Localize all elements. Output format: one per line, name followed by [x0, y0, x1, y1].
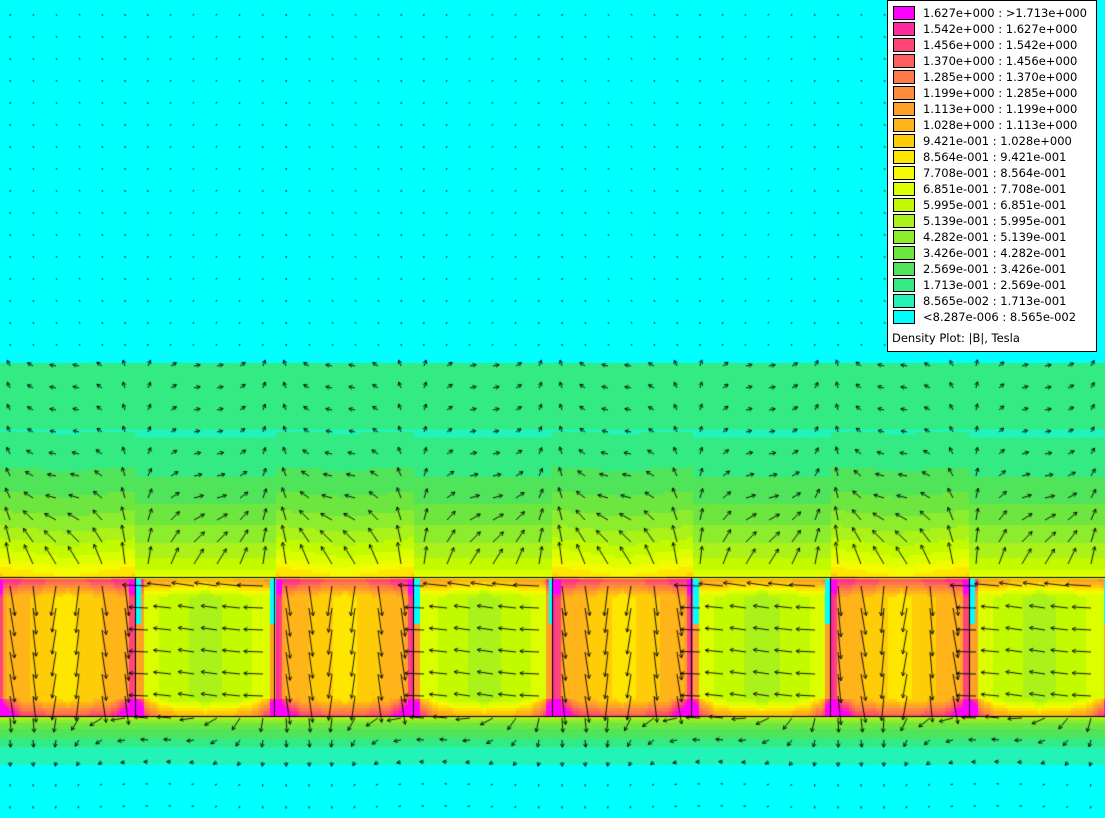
legend-entry: 1.456e+000 : 1.542e+000 — [893, 37, 1098, 53]
legend-entry: 1.285e+000 : 1.370e+000 — [893, 69, 1098, 85]
legend-label: 5.995e-001 : 6.851e-001 — [923, 198, 1067, 212]
legend-swatch — [893, 198, 915, 212]
legend-label: 3.426e-001 : 4.282e-001 — [923, 246, 1067, 260]
legend-label: 1.028e+000 : 1.113e+000 — [923, 118, 1078, 132]
legend-entry: 8.565e-002 : 1.713e-001 — [893, 293, 1098, 309]
legend-label: 4.282e-001 : 5.139e-001 — [923, 230, 1067, 244]
legend-entry: <8.287e-006 : 8.565e-002 — [893, 309, 1098, 325]
legend-entry: 1.370e+000 : 1.456e+000 — [893, 53, 1098, 69]
legend-swatch — [893, 230, 915, 244]
legend-label: 1.285e+000 : 1.370e+000 — [923, 70, 1078, 84]
legend-label: 5.139e-001 : 5.995e-001 — [923, 214, 1067, 228]
legend-entry: 5.995e-001 : 6.851e-001 — [893, 197, 1098, 213]
legend-entry: 9.421e-001 : 1.028e+000 — [893, 133, 1098, 149]
legend-swatch — [893, 86, 915, 100]
legend-entry: 2.569e-001 : 3.426e-001 — [893, 261, 1098, 277]
legend-entry: 1.199e+000 : 1.285e+000 — [893, 85, 1098, 101]
legend-swatch — [893, 22, 915, 36]
legend-entry: 3.426e-001 : 4.282e-001 — [893, 245, 1098, 261]
legend-swatch — [893, 246, 915, 260]
legend-swatch — [893, 278, 915, 292]
legend-label: 2.569e-001 : 3.426e-001 — [923, 262, 1067, 276]
legend-entry: 7.708e-001 : 8.564e-001 — [893, 165, 1098, 181]
legend-swatch — [893, 70, 915, 84]
legend-swatch — [893, 54, 915, 68]
legend-entry: 1.627e+000 : >1.713e+000 — [893, 5, 1098, 21]
legend-entry: 1.713e-001 : 2.569e-001 — [893, 277, 1098, 293]
legend-label: <8.287e-006 : 8.565e-002 — [923, 310, 1077, 324]
legend-swatch — [893, 134, 915, 148]
legend-label: 1.713e-001 : 2.569e-001 — [923, 278, 1067, 292]
legend-swatch — [893, 294, 915, 308]
legend-label: 7.708e-001 : 8.564e-001 — [923, 166, 1067, 180]
legend-label: 9.421e-001 : 1.028e+000 — [923, 134, 1072, 148]
density-legend: 1.627e+000 : >1.713e+000 1.542e+000 : 1.6… — [887, 0, 1097, 352]
legend-label: 1.456e+000 : 1.542e+000 — [923, 38, 1078, 52]
legend-swatch — [893, 310, 915, 324]
legend-entry: 1.542e+000 : 1.627e+000 — [893, 21, 1098, 37]
legend-entry: 1.028e+000 : 1.113e+000 — [893, 117, 1098, 133]
legend-entry: 8.564e-001 : 9.421e-001 — [893, 149, 1098, 165]
legend-swatch — [893, 102, 915, 116]
legend-label: 8.564e-001 : 9.421e-001 — [923, 150, 1067, 164]
legend-swatch — [893, 166, 915, 180]
legend-entry: 5.139e-001 : 5.995e-001 — [893, 213, 1098, 229]
legend-entry: 1.113e+000 : 1.199e+000 — [893, 101, 1098, 117]
legend-swatch — [893, 118, 915, 132]
legend-title: Density Plot: |B|, Tesla — [892, 331, 1020, 345]
legend-swatch — [893, 182, 915, 196]
legend-label: 1.199e+000 : 1.285e+000 — [923, 86, 1078, 100]
plot-viewport[interactable]: 1.627e+000 : >1.713e+000 1.542e+000 : 1.6… — [0, 0, 1105, 818]
legend-label: 1.370e+000 : 1.456e+000 — [923, 54, 1078, 68]
legend-swatch — [893, 38, 915, 52]
legend-label: 1.627e+000 : >1.713e+000 — [923, 6, 1087, 20]
legend-swatch — [893, 150, 915, 164]
legend-entry: 4.282e-001 : 5.139e-001 — [893, 229, 1098, 245]
legend-entry: 6.851e-001 : 7.708e-001 — [893, 181, 1098, 197]
legend-swatch — [893, 6, 915, 20]
legend-label: 6.851e-001 : 7.708e-001 — [923, 182, 1067, 196]
legend-swatch — [893, 262, 915, 276]
legend-label: 1.113e+000 : 1.199e+000 — [923, 102, 1078, 116]
legend-swatch — [893, 214, 915, 228]
legend-label: 8.565e-002 : 1.713e-001 — [923, 294, 1067, 308]
legend-label: 1.542e+000 : 1.627e+000 — [923, 22, 1078, 36]
